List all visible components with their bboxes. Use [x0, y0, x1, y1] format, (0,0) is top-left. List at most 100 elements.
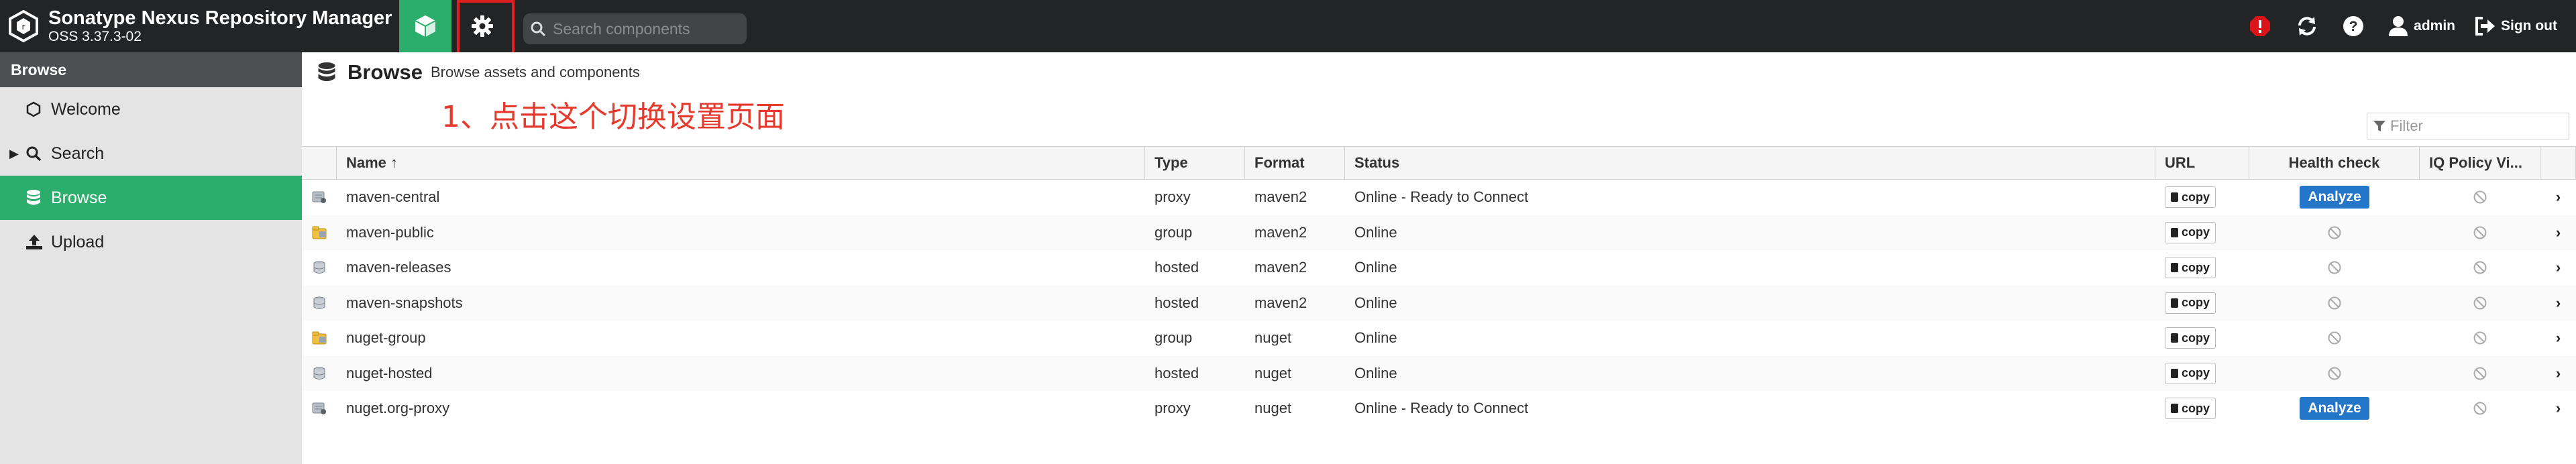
help-icon: ?	[2343, 16, 2364, 36]
column-iq-policy[interactable]: IQ Policy Vi...	[2420, 147, 2540, 179]
sidebar-item-label: Search	[51, 143, 105, 163]
table-row[interactable]: nuget-group group nuget Online copy ›	[302, 321, 2576, 356]
repo-status: Online	[1354, 364, 1397, 382]
sidebar-item-search[interactable]: ▶ Search	[0, 131, 302, 176]
copy-url-button[interactable]: copy	[2165, 327, 2216, 349]
column-actions-header	[2540, 147, 2576, 179]
filter-field[interactable]	[2367, 113, 2569, 139]
group-repo-icon	[302, 321, 337, 356]
help-button[interactable]: ?	[2343, 15, 2369, 37]
column-url[interactable]: URL	[2155, 147, 2249, 179]
sidebar-item-browse[interactable]: Browse	[0, 176, 302, 220]
user-menu[interactable]: admin	[2388, 15, 2455, 37]
table-row[interactable]: maven-central proxy maven2 Online - Ready t…	[302, 180, 2576, 215]
open-repo-chevron-icon[interactable]: ›	[2540, 391, 2576, 426]
url-cell: copy	[2155, 286, 2249, 321]
top-bar: r Sonatype Nexus Repository Manager OSS …	[0, 0, 2576, 67]
user-icon	[2389, 16, 2408, 36]
iq-policy-cell	[2420, 250, 2540, 286]
annotation-text: 1、点击这个切换设置页面	[441, 100, 785, 134]
repo-name: nuget.org-proxy	[346, 400, 450, 417]
copy-url-button[interactable]: copy	[2165, 398, 2216, 420]
iq-policy-cell	[2420, 180, 2540, 215]
search-input[interactable]	[553, 19, 734, 38]
open-repo-chevron-icon[interactable]: ›	[2540, 180, 2576, 215]
disabled-icon	[2328, 367, 2341, 380]
hosted-repo-icon	[302, 286, 337, 321]
brand[interactable]: r Sonatype Nexus Repository Manager OSS …	[7, 5, 392, 47]
group-repo-icon	[302, 215, 337, 251]
health-check-cell: Analyze	[2249, 180, 2420, 215]
url-cell: copy	[2155, 321, 2249, 356]
copy-url-button[interactable]: copy	[2165, 186, 2216, 209]
disabled-icon	[2473, 331, 2487, 345]
open-repo-chevron-icon[interactable]: ›	[2540, 286, 2576, 321]
database-icon	[318, 62, 335, 82]
table-row[interactable]: maven-snapshots hosted maven2 Online copy ›	[302, 285, 2576, 321]
table-row[interactable]: maven-releases hosted maven2 Online copy ›	[302, 250, 2576, 286]
expand-arrow-icon[interactable]: ▶	[9, 147, 19, 161]
open-repo-chevron-icon[interactable]: ›	[2540, 215, 2576, 251]
column-status[interactable]: Status	[1345, 147, 2155, 179]
column-name[interactable]: Name ↑	[337, 147, 1145, 179]
sidebar-item-upload[interactable]: Upload	[0, 220, 302, 264]
repo-name: nuget-hosted	[346, 364, 433, 382]
repo-type: hosted	[1155, 259, 1199, 276]
repository-table: Name ↑ Type Format Status URL Health che…	[302, 146, 2576, 426]
component-search[interactable]	[523, 13, 747, 44]
browse-mode-button[interactable]	[399, 0, 451, 52]
health-check-cell	[2249, 356, 2420, 392]
sidebar-header: Browse	[0, 52, 302, 87]
repo-format: nuget	[1254, 400, 1292, 417]
repo-name: maven-releases	[346, 259, 451, 276]
system-alert-button[interactable]	[2249, 15, 2277, 38]
url-cell: copy	[2155, 356, 2249, 392]
disabled-icon	[2473, 296, 2487, 310]
copy-url-button[interactable]: copy	[2165, 257, 2216, 279]
copy-label: copy	[2182, 260, 2210, 274]
column-health-check[interactable]: Health check	[2249, 147, 2420, 179]
health-check-cell	[2249, 250, 2420, 286]
copy-url-button[interactable]: copy	[2165, 292, 2216, 314]
iq-policy-cell	[2420, 356, 2540, 392]
sign-out-label: Sign out	[2501, 18, 2557, 34]
sign-out-icon	[2475, 17, 2496, 36]
clipboard-icon	[2171, 192, 2178, 202]
clipboard-icon	[2171, 368, 2178, 378]
filter-input[interactable]	[2390, 117, 2565, 135]
open-repo-chevron-icon[interactable]: ›	[2540, 321, 2576, 356]
url-cell: copy	[2155, 391, 2249, 426]
repo-name: maven-snapshots	[346, 294, 463, 311]
repo-name: maven-central	[346, 188, 440, 206]
table-row[interactable]: nuget-hosted hosted nuget Online copy ›	[302, 355, 2576, 392]
sidebar-item-welcome[interactable]: Welcome	[0, 87, 302, 131]
svg-text:?: ?	[2349, 19, 2358, 34]
analyze-button[interactable]: Analyze	[2300, 397, 2369, 420]
column-type[interactable]: Type	[1145, 147, 1245, 179]
copy-label: copy	[2182, 225, 2210, 239]
health-check-cell: Analyze	[2249, 391, 2420, 426]
sidebar-item-label: Upload	[51, 232, 105, 251]
main-panel: Browse Browse assets and components 1、点击…	[302, 52, 2576, 464]
url-cell: copy	[2155, 250, 2249, 286]
analyze-button[interactable]: Analyze	[2300, 186, 2369, 209]
refresh-button[interactable]	[2296, 15, 2324, 38]
copy-url-button[interactable]: copy	[2165, 362, 2216, 384]
repo-type: proxy	[1155, 400, 1191, 417]
clipboard-icon	[2171, 333, 2178, 343]
column-format[interactable]: Format	[1245, 147, 1345, 179]
open-repo-chevron-icon[interactable]: ›	[2540, 250, 2576, 286]
sidebar-item-label: Welcome	[51, 99, 121, 119]
iq-policy-cell	[2420, 321, 2540, 356]
copy-url-button[interactable]: copy	[2165, 221, 2216, 243]
iq-policy-cell	[2420, 391, 2540, 426]
table-row[interactable]: nuget.org-proxy proxy nuget Online - Ready …	[302, 391, 2576, 426]
open-repo-chevron-icon[interactable]: ›	[2540, 356, 2576, 392]
copy-label: copy	[2182, 296, 2210, 310]
table-row[interactable]: maven-public group maven2 Online copy ›	[302, 215, 2576, 251]
sign-out-button[interactable]: Sign out	[2474, 16, 2557, 36]
clipboard-icon	[2171, 263, 2178, 273]
health-check-cell	[2249, 215, 2420, 251]
user-name: admin	[2414, 18, 2456, 34]
repo-format: maven2	[1254, 188, 1307, 206]
